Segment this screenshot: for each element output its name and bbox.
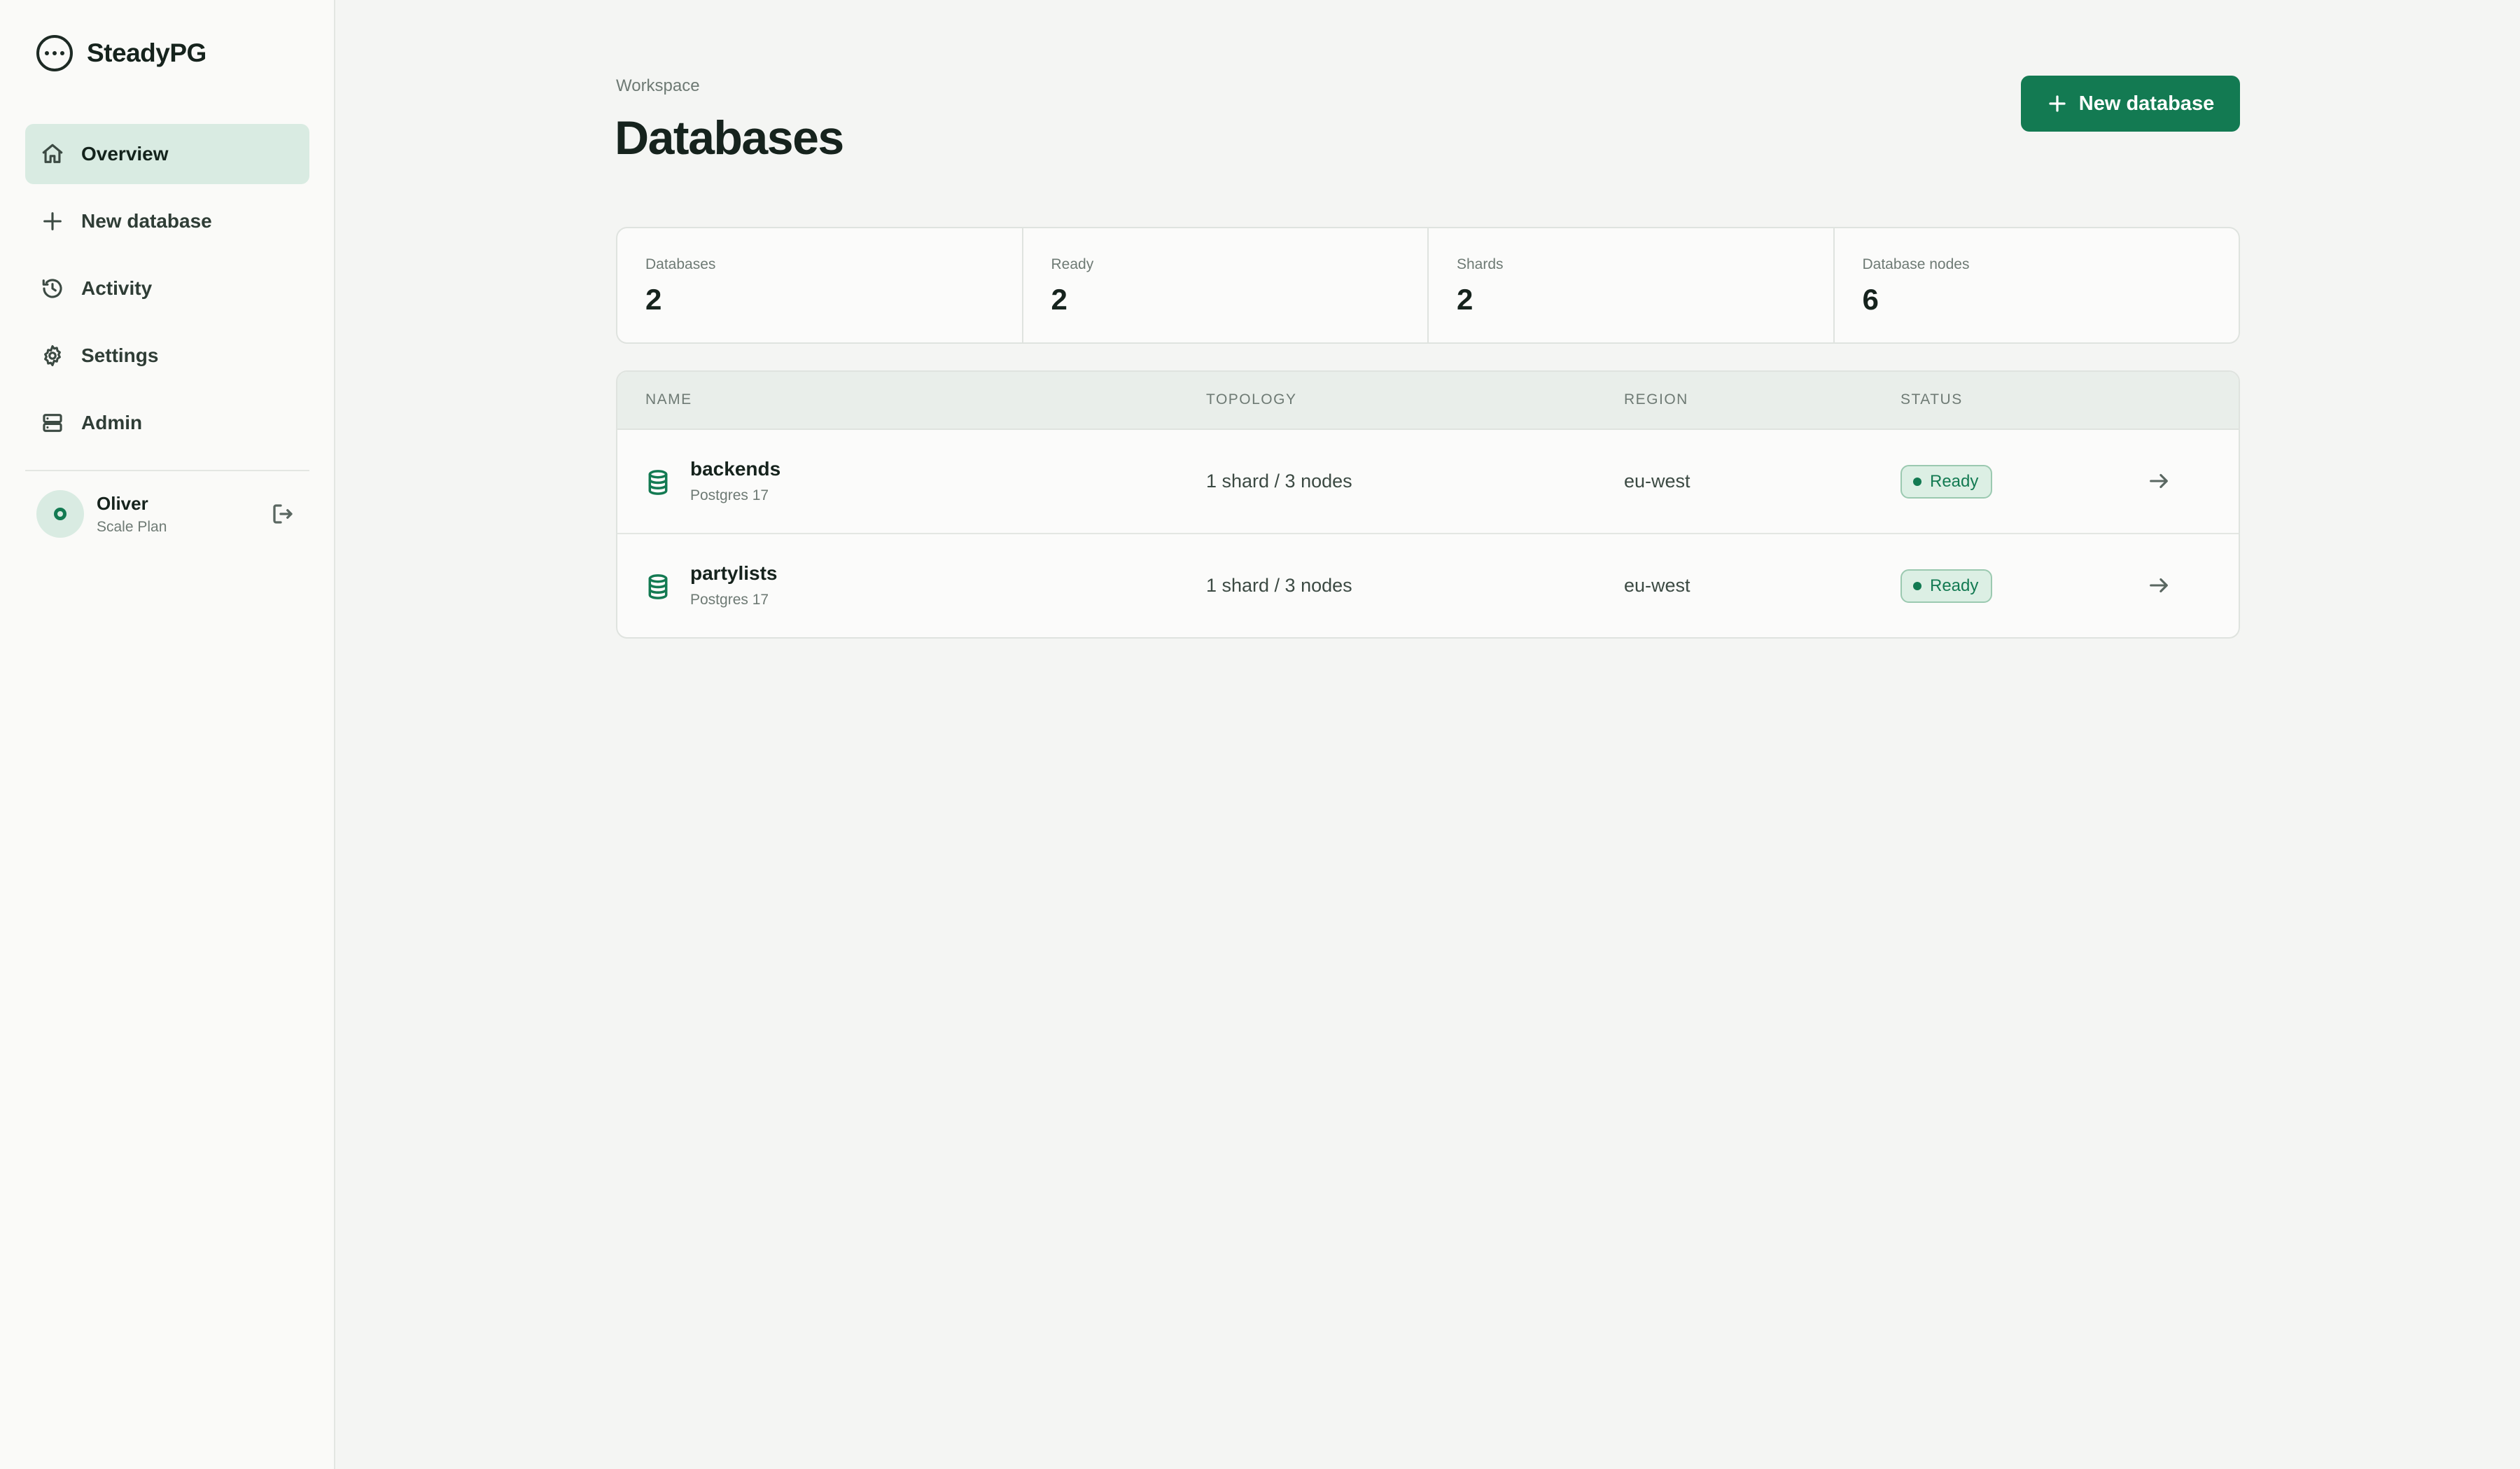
database-icon — [645, 469, 671, 496]
stat-databases: Databases 2 — [617, 228, 1023, 342]
stat-label: Databases — [645, 256, 716, 272]
logout-icon[interactable] — [270, 501, 295, 527]
table-header: NAME TOPOLOGY REGION STATUS — [617, 372, 2239, 430]
database-topology: 1 shard / 3 nodes — [1206, 575, 1352, 596]
stat-shards: Shards 2 — [1429, 228, 1835, 342]
databases-table: NAME TOPOLOGY REGION STATUS backends Pos… — [616, 370, 2240, 639]
database-name[interactable]: backends — [690, 458, 780, 480]
main-content: Workspace Databases New database Databas… — [335, 0, 2520, 1469]
stat-label: Shards — [1457, 256, 1504, 272]
stat-value: 2 — [1051, 283, 1068, 316]
arrow-right-icon[interactable] — [2147, 573, 2171, 597]
brand-name: SteadyPG — [87, 39, 206, 67]
server-icon — [41, 411, 64, 435]
stats-panel: Databases 2 Ready 2 Shards 2 Database no… — [616, 227, 2240, 344]
sidebar-item-settings[interactable]: Settings — [25, 326, 309, 386]
sidebar-item-label: Overview — [81, 143, 169, 165]
sidebar-item-label: Settings — [81, 344, 159, 366]
sidebar-item-overview[interactable]: Overview — [25, 124, 309, 184]
brand[interactable]: SteadyPG — [36, 35, 206, 71]
table-row[interactable]: partylists Postgres 17 1 shard / 3 nodes… — [617, 534, 2239, 637]
database-region: eu-west — [1624, 471, 1690, 492]
user-card: Oliver Scale Plan — [36, 490, 295, 538]
avatar[interactable] — [36, 490, 84, 538]
stat-value: 6 — [1862, 283, 1879, 316]
history-icon — [41, 277, 64, 300]
new-database-button-label: New database — [2078, 92, 2215, 115]
column-header-topology: TOPOLOGY — [1206, 391, 1297, 408]
stat-value: 2 — [1457, 283, 1474, 316]
user-plan: Scale Plan — [97, 518, 167, 535]
plus-icon — [2049, 95, 2066, 112]
database-topology: 1 shard / 3 nodes — [1206, 471, 1352, 492]
table-row[interactable]: backends Postgres 17 1 shard / 3 nodes e… — [617, 430, 2239, 534]
plus-icon — [41, 209, 64, 233]
sidebar-item-label: Activity — [81, 277, 153, 299]
database-version: Postgres 17 — [690, 487, 769, 503]
database-region: eu-west — [1624, 575, 1690, 596]
status-text: Ready — [1930, 576, 1979, 595]
sidebar: SteadyPG Overview New database Activity — [0, 0, 335, 1469]
sidebar-nav: Overview New database Activity Settings — [25, 124, 309, 460]
gear-icon — [41, 344, 64, 368]
status-dot-icon — [1913, 582, 1921, 590]
home-icon — [41, 142, 64, 166]
status-dot-icon — [1913, 478, 1921, 486]
arrow-right-icon[interactable] — [2147, 469, 2171, 493]
database-icon — [645, 573, 671, 600]
database-name[interactable]: partylists — [690, 562, 778, 585]
status-text: Ready — [1930, 472, 1979, 491]
stat-database-nodes: Database nodes 6 — [1835, 228, 2239, 342]
status-badge: Ready — [1900, 569, 1993, 603]
stat-value: 2 — [645, 283, 662, 316]
status-badge: Ready — [1900, 465, 1993, 499]
sidebar-item-admin[interactable]: Admin — [25, 393, 309, 453]
user-name: Oliver — [97, 492, 148, 514]
column-header-status: STATUS — [1900, 391, 1963, 408]
sidebar-item-new-database[interactable]: New database — [25, 191, 309, 251]
database-version: Postgres 17 — [690, 592, 769, 608]
sidebar-item-activity[interactable]: Activity — [25, 258, 309, 319]
column-header-region: REGION — [1624, 391, 1688, 408]
sidebar-divider — [25, 470, 309, 471]
page-title: Databases — [615, 111, 844, 165]
sidebar-item-label: Admin — [81, 412, 143, 433]
stat-label: Ready — [1051, 256, 1094, 272]
steadypg-logo-icon — [36, 35, 73, 71]
new-database-button[interactable]: New database — [2021, 76, 2240, 132]
breadcrumb[interactable]: Workspace — [616, 76, 700, 96]
stat-label: Database nodes — [1862, 256, 1970, 272]
column-header-name: NAME — [645, 391, 692, 408]
stat-ready: Ready 2 — [1023, 228, 1429, 342]
sidebar-item-label: New database — [81, 210, 212, 232]
